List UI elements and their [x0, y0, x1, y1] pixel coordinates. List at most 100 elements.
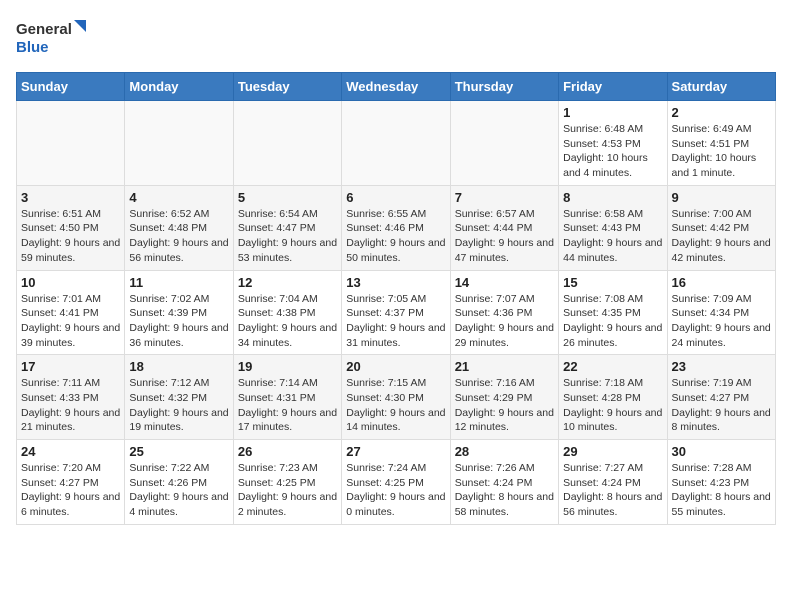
day-number: 27: [346, 444, 445, 459]
day-info: Sunrise: 7:18 AM Sunset: 4:28 PM Dayligh…: [563, 376, 662, 435]
day-number: 3: [21, 190, 120, 205]
day-number: 28: [455, 444, 554, 459]
day-info: Sunrise: 7:09 AM Sunset: 4:34 PM Dayligh…: [672, 292, 771, 351]
day-info: Sunrise: 7:05 AM Sunset: 4:37 PM Dayligh…: [346, 292, 445, 351]
day-number: 17: [21, 359, 120, 374]
days-header-row: SundayMondayTuesdayWednesdayThursdayFrid…: [17, 73, 776, 101]
day-info: Sunrise: 7:08 AM Sunset: 4:35 PM Dayligh…: [563, 292, 662, 351]
day-info: Sunrise: 7:02 AM Sunset: 4:39 PM Dayligh…: [129, 292, 228, 351]
day-number: 14: [455, 275, 554, 290]
calendar-cell: 19 Sunrise: 7:14 AM Sunset: 4:31 PM Dayli…: [233, 355, 341, 440]
day-number: 19: [238, 359, 337, 374]
calendar-cell: 23 Sunrise: 7:19 AM Sunset: 4:27 PM Dayli…: [667, 355, 775, 440]
calendar-cell: 14 Sunrise: 7:07 AM Sunset: 4:36 PM Dayli…: [450, 270, 558, 355]
day-info: Sunrise: 7:01 AM Sunset: 4:41 PM Dayligh…: [21, 292, 120, 351]
day-number: 4: [129, 190, 228, 205]
day-header-wednesday: Wednesday: [342, 73, 450, 101]
day-info: Sunrise: 7:28 AM Sunset: 4:23 PM Dayligh…: [672, 461, 771, 520]
day-header-saturday: Saturday: [667, 73, 775, 101]
calendar-cell: 4 Sunrise: 6:52 AM Sunset: 4:48 PM Daylig…: [125, 185, 233, 270]
day-header-tuesday: Tuesday: [233, 73, 341, 101]
calendar-cell: 26 Sunrise: 7:23 AM Sunset: 4:25 PM Dayli…: [233, 440, 341, 525]
day-info: Sunrise: 7:19 AM Sunset: 4:27 PM Dayligh…: [672, 376, 771, 435]
calendar-cell: 6 Sunrise: 6:55 AM Sunset: 4:46 PM Daylig…: [342, 185, 450, 270]
calendar-cell: 21Sunrise: 7:16 AM Sunset: 4:29 PM Dayli…: [450, 355, 558, 440]
day-number: 9: [672, 190, 771, 205]
calendar-cell: 28 Sunrise: 7:26 AM Sunset: 4:24 PM Dayli…: [450, 440, 558, 525]
day-number: 11: [129, 275, 228, 290]
calendar-cell: 20 Sunrise: 7:15 AM Sunset: 4:30 PM Dayli…: [342, 355, 450, 440]
day-info: Sunrise: 7:24 AM Sunset: 4:25 PM Dayligh…: [346, 461, 445, 520]
day-info: Sunrise: 7:23 AM Sunset: 4:25 PM Dayligh…: [238, 461, 337, 520]
day-info: Sunrise: 7:15 AM Sunset: 4:30 PM Dayligh…: [346, 376, 445, 435]
calendar-cell: [17, 101, 125, 186]
calendar-cell: 5Sunrise: 6:54 AM Sunset: 4:47 PM Daylig…: [233, 185, 341, 270]
header: General Blue: [16, 16, 776, 60]
day-number: 22: [563, 359, 662, 374]
day-number: 10: [21, 275, 120, 290]
day-number: 26: [238, 444, 337, 459]
day-info: Sunrise: 6:57 AM Sunset: 4:44 PM Dayligh…: [455, 207, 554, 266]
calendar-cell: 30 Sunrise: 7:28 AM Sunset: 4:23 PM Dayli…: [667, 440, 775, 525]
logo: General Blue: [16, 16, 96, 60]
day-info: Sunrise: 7:11 AM Sunset: 4:33 PM Dayligh…: [21, 376, 120, 435]
calendar-cell: 24 Sunrise: 7:20 AM Sunset: 4:27 PM Dayli…: [17, 440, 125, 525]
day-info: Sunrise: 7:14 AM Sunset: 4:31 PM Dayligh…: [238, 376, 337, 435]
day-info: Sunrise: 7:07 AM Sunset: 4:36 PM Dayligh…: [455, 292, 554, 351]
calendar-cell: [125, 101, 233, 186]
day-number: 15: [563, 275, 662, 290]
day-number: 18: [129, 359, 228, 374]
day-info: Sunrise: 6:51 AM Sunset: 4:50 PM Dayligh…: [21, 207, 120, 266]
day-info: Sunrise: 6:58 AM Sunset: 4:43 PM Dayligh…: [563, 207, 662, 266]
calendar-cell: 22 Sunrise: 7:18 AM Sunset: 4:28 PM Dayli…: [559, 355, 667, 440]
week-row-2: 3 Sunrise: 6:51 AM Sunset: 4:50 PM Daylig…: [17, 185, 776, 270]
day-info: Sunrise: 7:20 AM Sunset: 4:27 PM Dayligh…: [21, 461, 120, 520]
calendar-cell: 10 Sunrise: 7:01 AM Sunset: 4:41 PM Dayli…: [17, 270, 125, 355]
day-info: Sunrise: 7:27 AM Sunset: 4:24 PM Dayligh…: [563, 461, 662, 520]
day-number: 21: [455, 359, 554, 374]
calendar-cell: 13 Sunrise: 7:05 AM Sunset: 4:37 PM Dayli…: [342, 270, 450, 355]
svg-text:General: General: [16, 21, 72, 38]
day-info: Sunrise: 7:22 AM Sunset: 4:26 PM Dayligh…: [129, 461, 228, 520]
day-info: Sunrise: 6:55 AM Sunset: 4:46 PM Dayligh…: [346, 207, 445, 266]
day-number: 7: [455, 190, 554, 205]
day-number: 13: [346, 275, 445, 290]
calendar-cell: 18 Sunrise: 7:12 AM Sunset: 4:32 PM Dayli…: [125, 355, 233, 440]
day-number: 23: [672, 359, 771, 374]
week-row-1: 1Sunrise: 6:48 AM Sunset: 4:53 PM Daylig…: [17, 101, 776, 186]
day-number: 24: [21, 444, 120, 459]
day-info: Sunrise: 7:12 AM Sunset: 4:32 PM Dayligh…: [129, 376, 228, 435]
calendar-cell: 29 Sunrise: 7:27 AM Sunset: 4:24 PM Dayli…: [559, 440, 667, 525]
calendar-cell: 25Sunrise: 7:22 AM Sunset: 4:26 PM Dayli…: [125, 440, 233, 525]
calendar-cell: 11 Sunrise: 7:02 AM Sunset: 4:39 PM Dayli…: [125, 270, 233, 355]
calendar-table: SundayMondayTuesdayWednesdayThursdayFrid…: [16, 72, 776, 525]
calendar-cell: 16Sunrise: 7:09 AM Sunset: 4:34 PM Dayli…: [667, 270, 775, 355]
day-number: 20: [346, 359, 445, 374]
logo-svg: General Blue: [16, 16, 96, 60]
calendar-cell: 3 Sunrise: 6:51 AM Sunset: 4:50 PM Daylig…: [17, 185, 125, 270]
calendar-cell: [342, 101, 450, 186]
calendar-cell: 17 Sunrise: 7:11 AM Sunset: 4:33 PM Dayli…: [17, 355, 125, 440]
week-row-5: 24 Sunrise: 7:20 AM Sunset: 4:27 PM Dayli…: [17, 440, 776, 525]
day-info: Sunrise: 6:48 AM Sunset: 4:53 PM Dayligh…: [563, 122, 662, 181]
calendar-cell: 12Sunrise: 7:04 AM Sunset: 4:38 PM Dayli…: [233, 270, 341, 355]
day-number: 29: [563, 444, 662, 459]
calendar-cell: 2Sunrise: 6:49 AM Sunset: 4:51 PM Daylig…: [667, 101, 775, 186]
day-number: 12: [238, 275, 337, 290]
day-header-thursday: Thursday: [450, 73, 558, 101]
day-info: Sunrise: 6:52 AM Sunset: 4:48 PM Dayligh…: [129, 207, 228, 266]
calendar-cell: 1Sunrise: 6:48 AM Sunset: 4:53 PM Daylig…: [559, 101, 667, 186]
day-header-monday: Monday: [125, 73, 233, 101]
calendar-cell: 8Sunrise: 6:58 AM Sunset: 4:43 PM Daylig…: [559, 185, 667, 270]
calendar-cell: 15 Sunrise: 7:08 AM Sunset: 4:35 PM Dayli…: [559, 270, 667, 355]
day-info: Sunrise: 6:49 AM Sunset: 4:51 PM Dayligh…: [672, 122, 771, 181]
day-info: Sunrise: 7:26 AM Sunset: 4:24 PM Dayligh…: [455, 461, 554, 520]
calendar-cell: 9Sunrise: 7:00 AM Sunset: 4:42 PM Daylig…: [667, 185, 775, 270]
calendar-cell: 7 Sunrise: 6:57 AM Sunset: 4:44 PM Daylig…: [450, 185, 558, 270]
day-header-sunday: Sunday: [17, 73, 125, 101]
svg-text:Blue: Blue: [16, 39, 49, 56]
day-number: 6: [346, 190, 445, 205]
day-number: 30: [672, 444, 771, 459]
day-number: 5: [238, 190, 337, 205]
day-header-friday: Friday: [559, 73, 667, 101]
